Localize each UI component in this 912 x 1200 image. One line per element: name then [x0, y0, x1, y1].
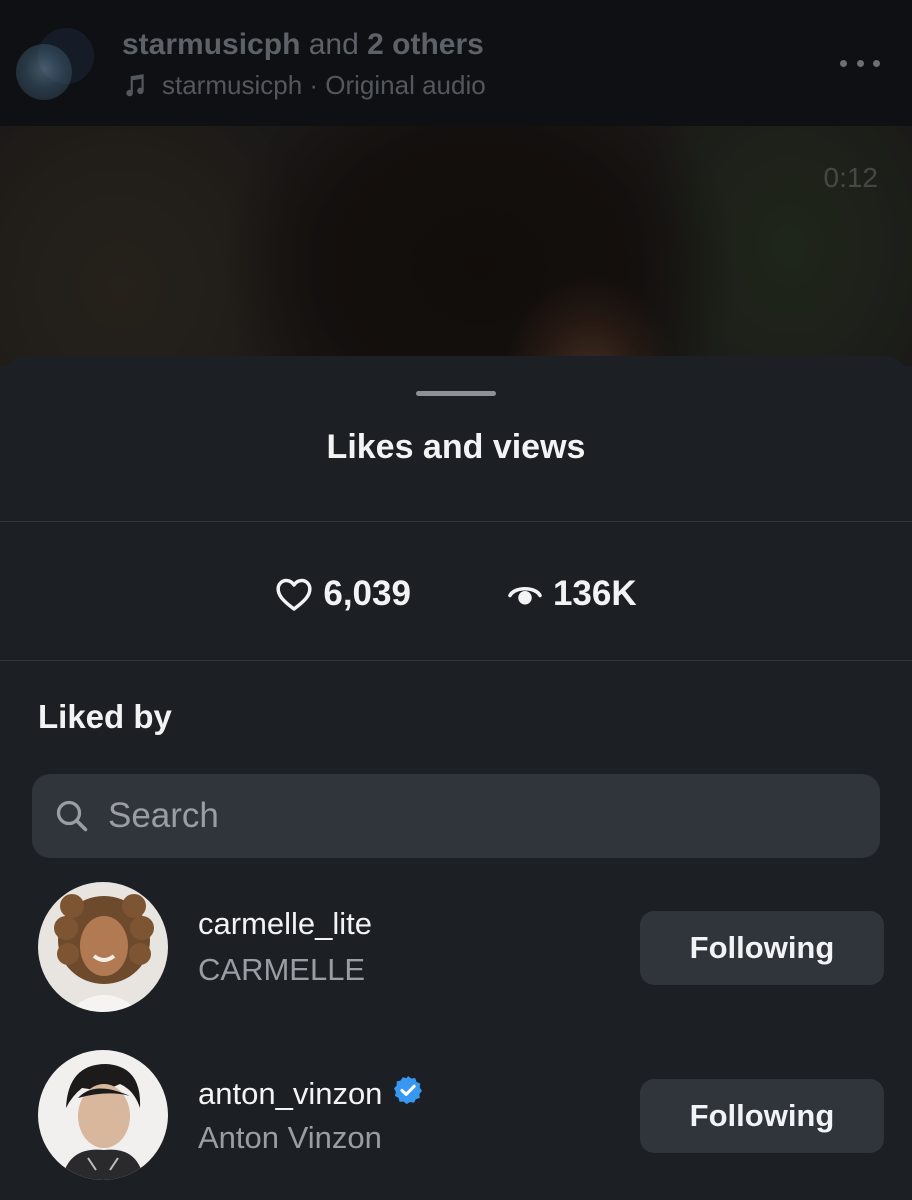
audio-label: starmusicph · Original audio — [162, 70, 486, 100]
verified-badge-icon — [392, 1074, 424, 1114]
post-avatar[interactable] — [16, 44, 72, 100]
post-account-name[interactable]: starmusicph — [122, 28, 300, 61]
following-button[interactable]: Following — [640, 911, 884, 985]
stats-row: 6,039 136K — [0, 572, 912, 616]
divider — [0, 521, 912, 522]
heart-icon — [276, 578, 312, 611]
video-dim-overlay — [0, 126, 912, 366]
full-name: CARMELLE — [198, 952, 366, 987]
likes-stat: 6,039 — [275, 574, 411, 614]
post-and-text: and — [308, 28, 359, 61]
post-others-link[interactable]: 2 others — [367, 28, 484, 61]
username-text: carmelle_lite — [198, 906, 373, 941]
more-options-icon[interactable] — [840, 58, 880, 68]
username[interactable]: anton_vinzon — [198, 1074, 424, 1114]
post-header: starmusicph and 2 others starmusicph · O… — [0, 0, 912, 126]
music-note-icon — [126, 73, 144, 96]
audio-info[interactable]: starmusicph · Original audio — [122, 70, 486, 101]
video-timestamp: 0:12 — [823, 162, 879, 193]
views-count: 136K — [552, 574, 637, 613]
video-preview[interactable]: 0:12 — [0, 126, 912, 366]
eye-icon — [508, 586, 542, 605]
likes-views-sheet: Likes and views 6,039 136K Liked by Sear… — [0, 356, 912, 1200]
sheet-drag-handle[interactable] — [416, 391, 496, 396]
avatar[interactable] — [38, 1050, 168, 1180]
search-input[interactable] — [108, 796, 808, 836]
post-title: starmusicph and 2 others — [122, 28, 484, 62]
divider — [0, 660, 912, 661]
liked-by-heading: Liked by — [38, 698, 172, 735]
username-text: anton_vinzon — [198, 1076, 383, 1111]
views-stat: 136K — [507, 574, 637, 614]
search-icon — [56, 800, 88, 832]
search-bar[interactable] — [32, 774, 880, 858]
screen: starmusicph and 2 others starmusicph · O… — [0, 0, 912, 1200]
user-row-anton[interactable]: anton_vinzon Anton Vinzon Following — [0, 1050, 912, 1180]
sheet-title: Likes and views — [326, 428, 586, 466]
user-row-carmelle[interactable]: carmelle_lite CARMELLE Following — [0, 882, 912, 1012]
full-name: Anton Vinzon — [198, 1120, 382, 1155]
avatar[interactable] — [38, 882, 168, 1012]
username[interactable]: carmelle_lite — [198, 906, 372, 942]
following-button[interactable]: Following — [640, 1079, 884, 1153]
likes-count: 6,039 — [323, 574, 411, 613]
